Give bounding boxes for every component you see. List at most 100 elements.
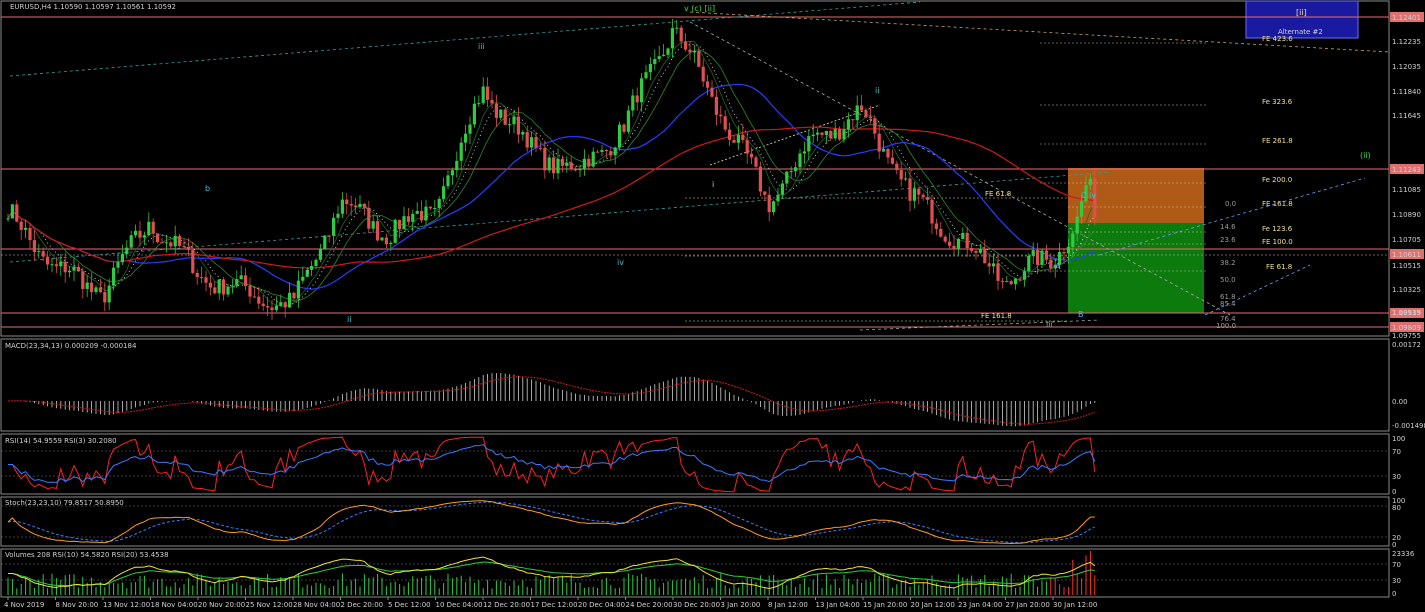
candle [538, 147, 542, 149]
candle [384, 237, 388, 245]
candle [798, 153, 802, 168]
candle [323, 235, 327, 250]
volumes-panel [0, 548, 1390, 598]
candle [873, 118, 877, 134]
candle [983, 248, 987, 264]
candle [134, 230, 138, 236]
candle [1018, 278, 1022, 280]
macd-label-3: -0.001498 [1392, 422, 1425, 430]
retrace-label-9: 100.0 [1216, 322, 1236, 330]
price-label-5: 1.11645 [1392, 112, 1421, 120]
candle [151, 221, 155, 234]
candle [609, 151, 613, 156]
candle [547, 157, 551, 171]
candle [314, 259, 318, 266]
candle [239, 275, 243, 280]
candle [657, 56, 661, 60]
candle [741, 134, 745, 141]
candle [956, 239, 960, 250]
candle [442, 186, 446, 199]
time-label: 20 Nov 20:00 [198, 601, 245, 609]
candle [481, 86, 485, 104]
candle [336, 213, 340, 218]
candle [1000, 280, 1004, 282]
candle [98, 287, 102, 293]
wave-label-iii-2: iii [1046, 320, 1053, 329]
candle [679, 27, 683, 42]
candle [626, 110, 630, 132]
candle [230, 285, 234, 287]
time-label: 2 Dec 20:00 [341, 601, 384, 609]
wave-label-ii-1: ii [875, 86, 879, 95]
candle [904, 178, 908, 180]
retrace-label-8: 85.4 [1220, 300, 1236, 308]
candle [653, 59, 657, 64]
time-label: 20 Jan 12:00 [911, 601, 955, 609]
candle [701, 66, 705, 82]
candle [213, 287, 217, 294]
rsi-label-1: 100 [1392, 435, 1405, 443]
candle [244, 275, 248, 286]
candle [156, 233, 160, 243]
candle [472, 103, 476, 125]
candle [1027, 255, 1031, 272]
candle [675, 27, 679, 29]
candle [486, 86, 490, 100]
candle [899, 170, 903, 180]
time-label: 24 Dec 20:00 [626, 601, 673, 609]
candle [464, 133, 468, 143]
price-axis: 1.12401 1.12235 1.12035 1.11840 1.11645 … [1390, 12, 1424, 340]
time-label: 8 Jan 12:00 [768, 601, 808, 609]
wave-label-c-iv: C iv [1081, 191, 1096, 200]
candle [138, 230, 142, 238]
rsi-panel [0, 433, 1390, 495]
fib-label-3: FE 261.8 [1262, 137, 1293, 145]
candle [838, 129, 842, 140]
candle [930, 199, 934, 224]
candle [807, 136, 811, 152]
price-label-7: 1.11085 [1392, 186, 1421, 194]
candle [890, 157, 894, 164]
candle [195, 272, 199, 278]
candle [371, 221, 375, 229]
candle [820, 132, 824, 135]
price-label-15: 1.09809 [1392, 324, 1421, 332]
candle [376, 221, 380, 241]
time-label: 20 Dec 04:00 [578, 601, 625, 609]
candle [59, 261, 63, 267]
candle [1009, 281, 1013, 285]
candle [921, 194, 925, 198]
candle [499, 109, 503, 118]
candle [525, 132, 529, 148]
time-label: 13 Jan 04:00 [816, 601, 860, 609]
time-label: 5 Dec 12:00 [388, 601, 431, 609]
candle [1031, 250, 1035, 256]
candle [697, 51, 701, 67]
candle [107, 285, 111, 303]
candle [46, 256, 50, 265]
candle [292, 292, 296, 299]
candle [534, 137, 538, 148]
retrace-label-4: 38.2 [1220, 259, 1236, 267]
candle [420, 210, 424, 221]
candle [706, 81, 710, 88]
candle [521, 132, 525, 135]
candle [332, 217, 336, 236]
candle [574, 169, 578, 171]
candle [728, 129, 732, 140]
candle [76, 266, 80, 272]
candle [714, 96, 718, 115]
candle [794, 167, 798, 172]
candle [164, 242, 168, 244]
time-label: 13 Nov 12:00 [103, 601, 150, 609]
chart-canvas: [ii] Alternate #2 FE 423.6 Fe 323.6 FE 2… [0, 0, 1425, 609]
candle [802, 151, 806, 154]
candle [32, 240, 36, 253]
candle [978, 248, 982, 253]
candle [670, 28, 674, 49]
time-label: 17 Dec 12:00 [531, 601, 578, 609]
candle [926, 197, 930, 200]
fib-label-6: Fe 123.6 [1262, 225, 1293, 233]
candle [186, 246, 190, 250]
time-label: 23 Jan 04:00 [958, 601, 1002, 609]
